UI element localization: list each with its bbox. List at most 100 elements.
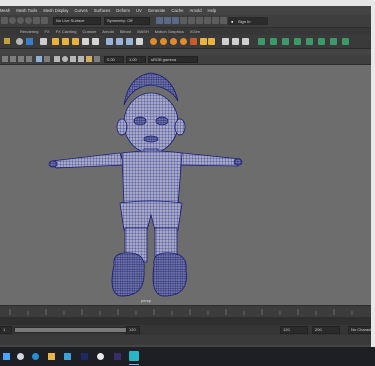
wireframe-icon[interactable]: [54, 56, 60, 62]
shelf-tab-fx[interactable]: FX: [44, 29, 49, 34]
quad-draw-icon[interactable]: [180, 38, 187, 45]
store-icon[interactable]: [64, 353, 71, 360]
start-icon[interactable]: [3, 353, 10, 360]
light-editor-icon[interactable]: [196, 17, 203, 24]
arnold-render-icon[interactable]: [204, 17, 211, 24]
workspace-icon[interactable]: [220, 17, 227, 24]
shelf-tab-arnold[interactable]: Arnold: [102, 29, 114, 34]
sphere-icon[interactable]: [16, 38, 23, 45]
connect-icon[interactable]: [170, 38, 177, 45]
mirror-icon[interactable]: [106, 38, 113, 45]
soft-select-icon[interactable]: [242, 38, 249, 45]
image-plane-icon[interactable]: [26, 56, 32, 62]
menu-cache[interactable]: Cache: [171, 8, 183, 13]
shelf-tab-motion-graphics[interactable]: Motion Graphics: [155, 29, 184, 34]
snap-curve-icon[interactable]: [17, 17, 24, 24]
smooth-icon[interactable]: [136, 38, 143, 45]
photoshop-icon[interactable]: [81, 353, 88, 360]
snap-view-icon[interactable]: [33, 17, 40, 24]
smooth-shade-icon[interactable]: [62, 56, 68, 62]
menu-curves[interactable]: Curves: [75, 8, 88, 13]
range-slider-handle[interactable]: [14, 327, 138, 333]
shelf-tab-mash[interactable]: MASH: [137, 29, 149, 34]
shelf-green-6-icon[interactable]: [318, 38, 325, 45]
shelf-menu-icon[interactable]: [4, 38, 10, 44]
multi-cut-icon[interactable]: [150, 38, 157, 45]
command-line[interactable]: [0, 335, 375, 345]
menu-mesh[interactable]: Mesh: [0, 8, 10, 13]
range-current-field[interactable]: 120: [126, 326, 140, 334]
menu-help[interactable]: Help: [208, 8, 217, 13]
wireframe-on-shaded-icon[interactable]: [70, 56, 76, 62]
cube-icon[interactable]: [26, 38, 33, 45]
bevel-icon[interactable]: [52, 38, 59, 45]
chrome-icon[interactable]: [97, 353, 104, 360]
menu-mesh-tools[interactable]: Mesh Tools: [16, 8, 37, 13]
snap-grid-icon[interactable]: [9, 17, 16, 24]
viewport[interactable]: persp: [0, 65, 375, 305]
append-icon[interactable]: [82, 38, 89, 45]
symmetry-dropdown[interactable]: Symmetry: Off: [104, 17, 150, 25]
premiere-icon[interactable]: [114, 353, 121, 360]
color-space-dropdown[interactable]: sRGB gamma: [148, 56, 198, 63]
camera-attributes-icon[interactable]: [10, 56, 16, 62]
menu-surfaces[interactable]: Surfaces: [94, 8, 111, 13]
ipr-render-icon[interactable]: [164, 17, 171, 24]
file-explorer-icon[interactable]: [48, 353, 55, 360]
magnet-icon[interactable]: [1, 17, 8, 24]
uv-editor-icon[interactable]: [200, 38, 207, 45]
edge-icon[interactable]: [32, 353, 39, 360]
shelf-green-3-icon[interactable]: [282, 38, 289, 45]
edge-loop-icon[interactable]: [190, 38, 197, 45]
shelf-green-4-icon[interactable]: [294, 38, 301, 45]
shelf-green-8-icon[interactable]: [342, 38, 349, 45]
transform-icon[interactable]: [40, 38, 47, 45]
render-view-icon[interactable]: [188, 17, 195, 24]
menu-mesh-display[interactable]: Mesh Display: [43, 8, 68, 13]
menu-generate[interactable]: Generate: [148, 8, 165, 13]
shelf-green-2-icon[interactable]: [270, 38, 277, 45]
shelf-tab-bifrost[interactable]: Bifrost: [120, 29, 131, 34]
paint-icon[interactable]: [222, 38, 229, 45]
fill-hole-icon[interactable]: [92, 38, 99, 45]
sign-in-button[interactable]: ● Sign In: [228, 17, 268, 25]
film-gate-icon[interactable]: [44, 56, 50, 62]
shelf-tab-xgen[interactable]: XGen: [190, 29, 200, 34]
render-settings-icon[interactable]: [172, 17, 179, 24]
menu-uv[interactable]: UV: [136, 8, 142, 13]
grid-toggle-icon[interactable]: [36, 56, 42, 62]
shadows-icon[interactable]: [94, 56, 100, 62]
target-weld-icon[interactable]: [160, 38, 167, 45]
menu-deform[interactable]: Deform: [116, 8, 130, 13]
hypershade-icon[interactable]: [180, 17, 187, 24]
shelf-tab-rendering[interactable]: Rendering: [20, 29, 38, 34]
separate-icon[interactable]: [126, 38, 133, 45]
render-icon[interactable]: [156, 17, 163, 24]
shelf-green-1-icon[interactable]: [258, 38, 265, 45]
shelf-tab-fx-caching[interactable]: FX Caching: [56, 29, 77, 34]
bridge-icon[interactable]: [72, 38, 79, 45]
range-end-field[interactable]: 120: [280, 326, 308, 334]
snap-point-icon[interactable]: [25, 17, 32, 24]
select-camera-icon[interactable]: [2, 56, 8, 62]
menu-arnold[interactable]: Arnold: [189, 8, 201, 13]
shelf-green-7-icon[interactable]: [330, 38, 337, 45]
combine-icon[interactable]: [116, 38, 123, 45]
shelf-tab-custom[interactable]: Custom: [83, 29, 97, 34]
lights-icon[interactable]: [86, 56, 92, 62]
character-set-dropdown[interactable]: No Charact: [348, 326, 372, 334]
sculpt-icon[interactable]: [232, 38, 239, 45]
bookmark-icon[interactable]: [18, 56, 24, 62]
textured-icon[interactable]: [78, 56, 84, 62]
shelf-green-5-icon[interactable]: [306, 38, 313, 45]
search-icon[interactable]: [17, 353, 24, 360]
snap-surface-icon[interactable]: [41, 17, 48, 24]
live-surface-field[interactable]: No Live Surface: [53, 17, 101, 25]
maya-taskbar-icon[interactable]: [129, 351, 139, 361]
time-slider[interactable]: [0, 305, 375, 326]
exposure-field[interactable]: 0.00: [104, 56, 124, 63]
playblast-icon[interactable]: [212, 17, 219, 24]
range-start-field[interactable]: 1: [0, 326, 12, 334]
end-frame-field[interactable]: 200: [312, 326, 340, 334]
uv-toolkit-icon[interactable]: [208, 38, 215, 45]
